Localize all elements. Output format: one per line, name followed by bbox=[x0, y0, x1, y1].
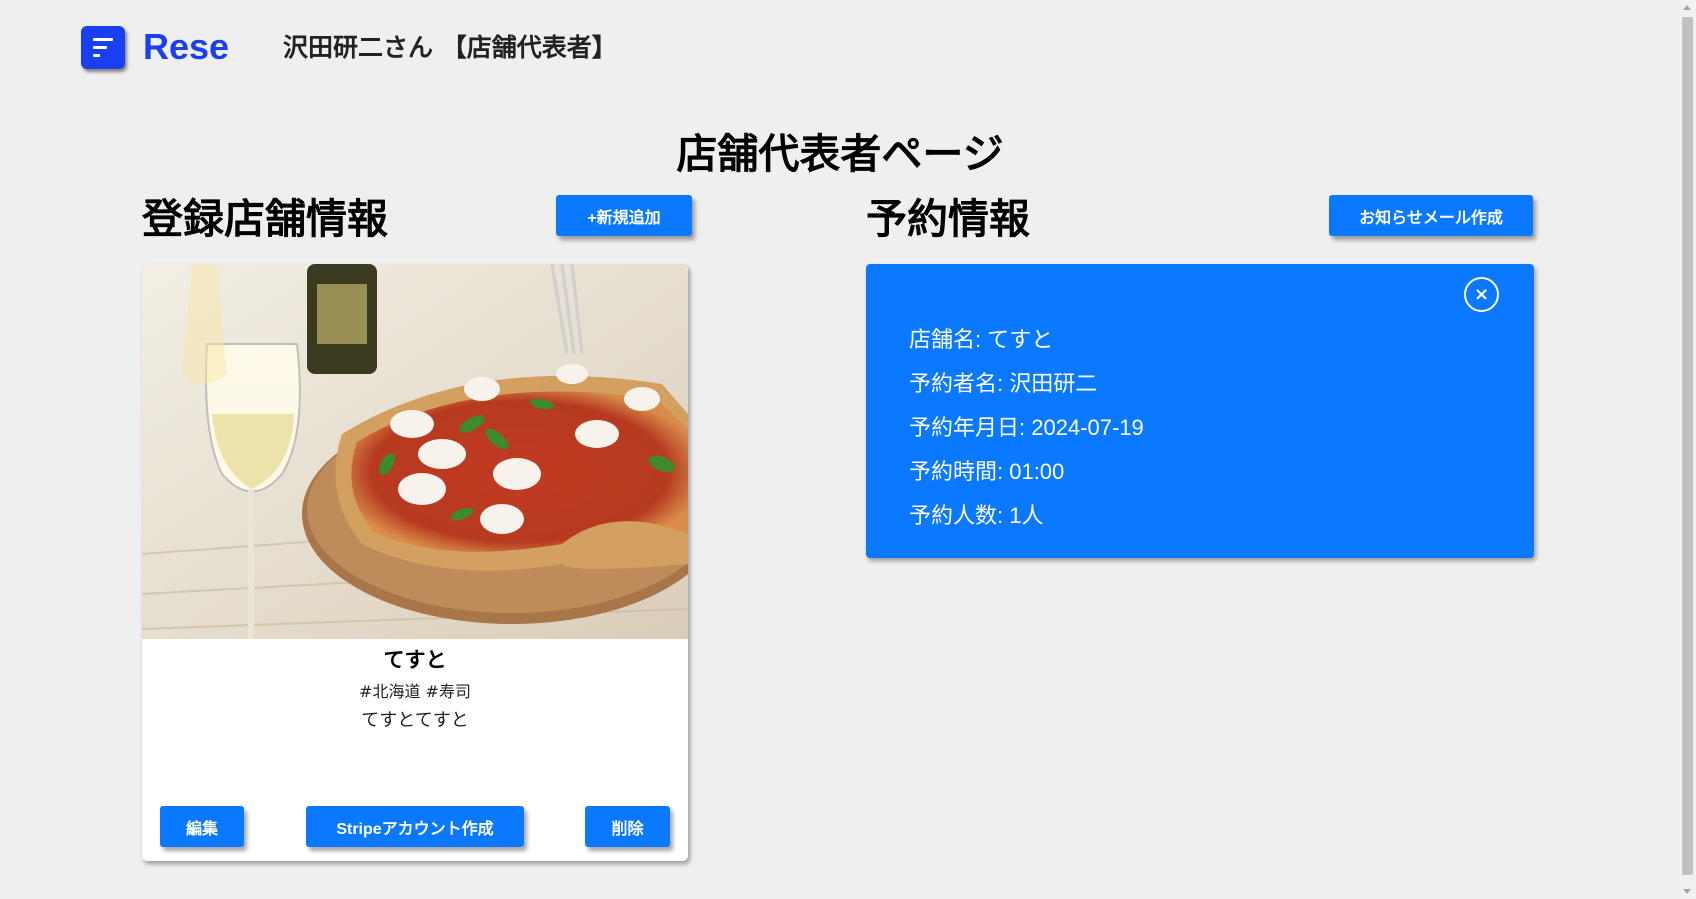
edit-button[interactable]: 編集 bbox=[160, 806, 244, 847]
close-icon[interactable]: × bbox=[1464, 277, 1499, 312]
delete-button[interactable]: 削除 bbox=[585, 806, 670, 847]
user-name: 沢田研二さん 【店舗代表者】 bbox=[283, 33, 617, 62]
reservation-people: 予約人数: 1人 bbox=[909, 503, 1044, 528]
reservation-name: 予約者名: 沢田研二 bbox=[909, 371, 1098, 396]
reservation-time: 予約時間: 01:00 bbox=[909, 459, 1065, 484]
stripe-account-button[interactable]: Stripeアカウント作成 bbox=[306, 806, 524, 847]
shop-tags: #北海道 #寿司 bbox=[359, 682, 471, 701]
menu-icon[interactable] bbox=[81, 25, 125, 69]
reservation-card: × 店舗名: てすと 予約者名: 沢田研二 予約年月日: 2024-07-19 … bbox=[866, 264, 1534, 558]
shop-name: てすと bbox=[383, 648, 447, 672]
reservation-shop: 店舗名: てすと bbox=[909, 327, 1054, 352]
shop-card: てすと #北海道 #寿司 てすとてすと bbox=[142, 264, 688, 861]
scrollbar[interactable] bbox=[1679, 0, 1696, 899]
shop-section-title: 登録店舗情報 bbox=[142, 195, 388, 243]
reservation-section-title: 予約情報 bbox=[866, 195, 1030, 243]
app-logo[interactable]: Rese bbox=[143, 26, 229, 68]
add-shop-button[interactable]: +新規追加 bbox=[556, 195, 692, 236]
scroll-thumb[interactable] bbox=[1682, 17, 1693, 875]
page-title: 店舗代表者ページ bbox=[676, 130, 1004, 178]
scroll-up-icon[interactable] bbox=[1683, 5, 1691, 10]
scroll-down-icon[interactable] bbox=[1683, 889, 1691, 894]
notice-mail-button[interactable]: お知らせメール作成 bbox=[1329, 195, 1533, 236]
header: Rese bbox=[81, 25, 229, 69]
reservation-date: 予約年月日: 2024-07-19 bbox=[909, 415, 1144, 440]
shop-description: てすとてすと bbox=[361, 710, 469, 731]
shop-image bbox=[142, 264, 688, 639]
